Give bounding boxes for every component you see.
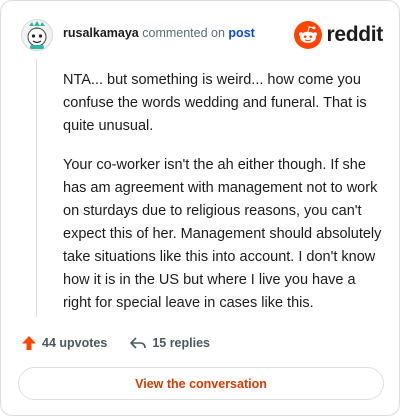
brand-wordmark: reddit xyxy=(326,23,383,46)
reply-icon xyxy=(130,337,147,349)
view-conversation-button[interactable]: View the conversation xyxy=(18,367,384,400)
post-link[interactable]: post xyxy=(228,26,254,40)
comment-actions: 44 upvotes 15 replies xyxy=(21,332,210,354)
upvote-icon xyxy=(22,336,36,350)
action-text: commented on xyxy=(142,26,225,40)
avatar-icon[interactable] xyxy=(21,19,53,51)
username-link[interactable]: rusalkamaya xyxy=(63,26,139,40)
comment-paragraph: Your co-worker isn't the ah either thoug… xyxy=(63,157,382,311)
comment-meta: rusalkamaya commented on post xyxy=(63,26,255,40)
thread-line xyxy=(36,59,37,317)
reddit-logo-icon xyxy=(294,21,323,49)
replies-button[interactable]: 15 replies xyxy=(129,335,210,351)
comment-header: rusalkamaya commented on post reddit xyxy=(21,19,383,51)
upvote-button[interactable]: 44 upvotes xyxy=(21,335,107,351)
upvote-count: 44 upvotes xyxy=(42,336,108,350)
comment-paragraph: NTA... but something is weird... how com… xyxy=(63,72,367,134)
comment-embed-card: rusalkamaya commented on post reddit NTA… xyxy=(0,0,400,416)
reply-count: 15 replies xyxy=(152,336,210,350)
comment-body: NTA... but something is weird... how com… xyxy=(63,69,385,331)
reddit-brand[interactable]: reddit xyxy=(294,20,383,50)
